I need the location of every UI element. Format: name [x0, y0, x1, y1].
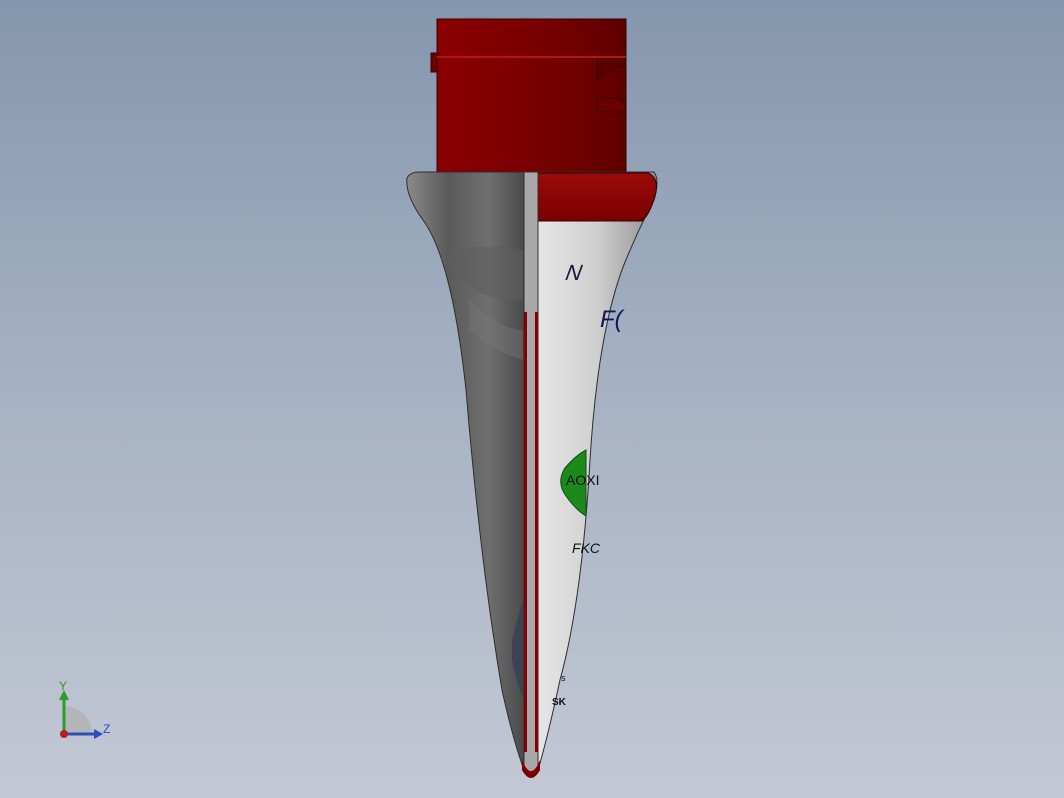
z-axis-label: Z — [103, 722, 111, 736]
probe-body-left — [406, 171, 525, 771]
decal-text-3: FKC — [572, 540, 601, 556]
decal-text-2: F( — [600, 306, 626, 333]
decal-text-4: s — [561, 673, 566, 683]
y-axis-label: Y — [59, 679, 68, 693]
green-badge-text: AOXI — [566, 472, 599, 488]
red-cap — [537, 172, 657, 222]
decal-text-5: SK — [552, 697, 567, 708]
3d-model[interactable]: N F( AOXI FKC s SK — [0, 0, 1064, 798]
connector-housing — [430, 18, 627, 173]
probe-body-right — [537, 171, 658, 771]
origin-dot — [60, 730, 68, 738]
center-blade — [522, 171, 540, 778]
graphics-viewport[interactable]: N F( AOXI FKC s SK Y Z — [0, 0, 1064, 798]
axis-triad: Y Z — [46, 676, 126, 748]
